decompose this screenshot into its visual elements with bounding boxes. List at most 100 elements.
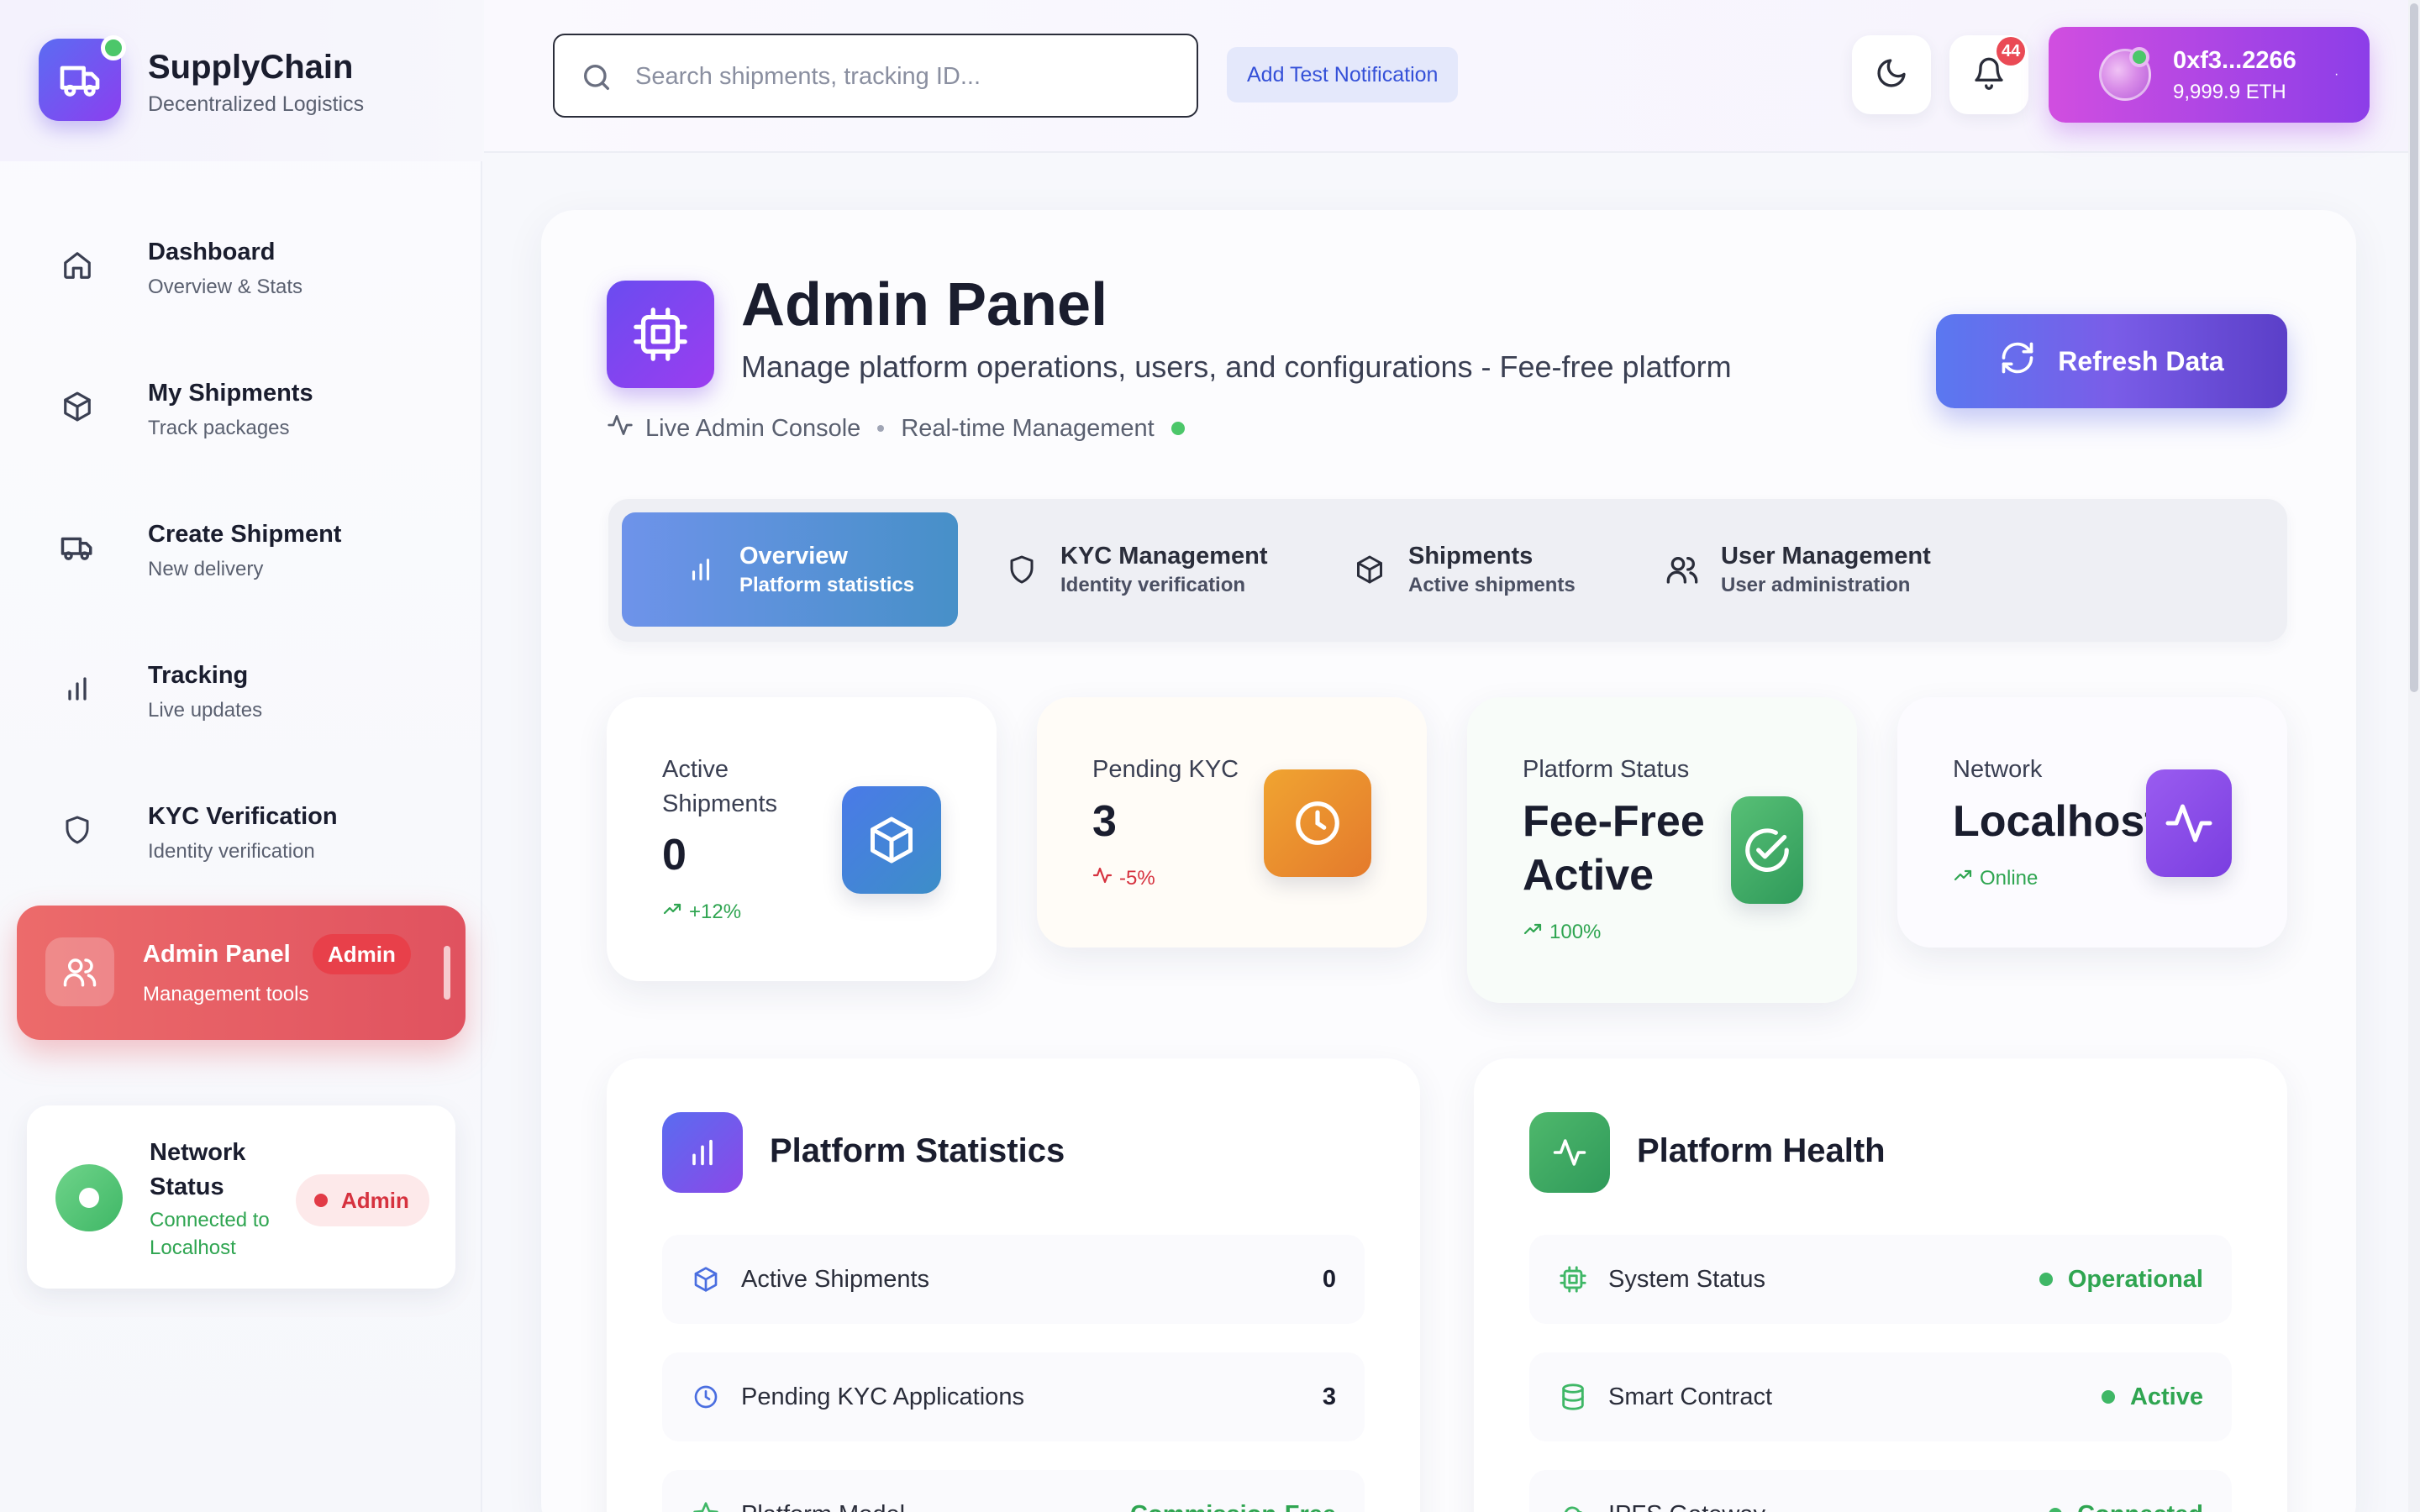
tab-kyc-management[interactable]: KYC Management Identity verification	[1005, 512, 1268, 627]
truck-icon	[54, 524, 101, 571]
row-value: 0	[1322, 1265, 1336, 1293]
tab-label: User Management	[1721, 542, 1931, 570]
stat-label: Platform Status	[1523, 756, 1690, 783]
active-indicator	[444, 946, 450, 1000]
wallet-balance: 9,999.9 ETH	[2173, 81, 2286, 103]
health-row-system-status: System Status Operational	[1529, 1235, 2232, 1324]
sidebar-item-tracking[interactable]: Tracking Live updates	[17, 628, 466, 746]
activity-down-icon	[1092, 865, 1113, 891]
theme-toggle-button[interactable]	[1852, 35, 1931, 114]
section-title: Platform Statistics	[770, 1132, 1065, 1169]
admin-tabs: Overview Platform statistics KYC Managem…	[608, 499, 2287, 642]
network-status-title: Network Status	[150, 1139, 246, 1200]
admin-panel-content: Admin Panel Manage platform operations, …	[541, 210, 2356, 1512]
stat-trend: Online	[1953, 865, 2038, 891]
sidebar-item-my-shipments[interactable]: My Shipments Track packages	[17, 346, 466, 464]
tab-sub: Platform statistics	[739, 573, 915, 596]
moon-icon	[1875, 56, 1908, 94]
check-circle-icon	[1731, 796, 1803, 904]
online-indicator	[101, 35, 126, 60]
status-dot-icon	[2101, 1390, 2115, 1404]
tab-sub: Identity verification	[1060, 573, 1246, 596]
stat-card-network: Network Localhost Online	[1897, 697, 2287, 948]
sidebar-item-sub: New delivery	[148, 558, 264, 580]
search-box[interactable]	[553, 34, 1198, 118]
package-icon	[842, 786, 941, 894]
activity-icon	[607, 412, 634, 445]
page-subtitle: Manage platform operations, users, and c…	[741, 349, 1732, 384]
chevron-down-icon: ·	[2334, 67, 2339, 81]
row-value: 3	[1322, 1383, 1336, 1410]
tab-user-management[interactable]: User Management User administration	[1665, 512, 1931, 627]
star-icon	[691, 1499, 721, 1512]
tab-overview[interactable]: Overview Platform statistics	[622, 512, 958, 627]
row-label: Active Shipments	[741, 1265, 930, 1293]
stat-value: Localhost	[1953, 797, 2160, 846]
row-value: Commission-Free	[1130, 1501, 1336, 1512]
sidebar-item-label: KYC Verification	[148, 803, 338, 830]
stat-label: Network	[1953, 756, 2043, 783]
network-status-text: Connected to Localhost	[150, 1209, 270, 1259]
users-icon	[1665, 553, 1699, 586]
status-dot-icon	[2039, 1273, 2053, 1286]
refresh-data-button[interactable]: Refresh Data	[1936, 314, 2287, 408]
stat-trend-value: +12%	[689, 900, 742, 923]
sidebar-item-sub: Identity verification	[148, 840, 315, 863]
clock-icon	[691, 1382, 721, 1412]
notifications-button[interactable]: 44	[1949, 35, 2028, 114]
stat-trend: 100%	[1523, 919, 1601, 945]
brand-title: SupplyChain	[148, 49, 354, 86]
tab-label: KYC Management	[1060, 542, 1268, 570]
clock-icon	[1264, 769, 1371, 877]
package-icon	[691, 1264, 721, 1294]
sidebar-item-dashboard[interactable]: Dashboard Overview & Stats	[17, 205, 466, 323]
stat-trend: +12%	[662, 899, 741, 925]
wallet-address: 0xf3...2266	[2173, 47, 2296, 74]
trending-up-icon	[662, 899, 682, 925]
stat-card-active-shipments: Active Shipments 0 +12%	[607, 697, 997, 981]
page-title: Admin Panel	[741, 271, 1108, 339]
sidebar-item-sub: Overview & Stats	[148, 276, 303, 298]
page-scrollbar[interactable]	[2408, 0, 2420, 1512]
platform-statistics-card: Platform Statistics Active Shipments 0 P…	[607, 1058, 1420, 1512]
package-icon	[1353, 553, 1386, 586]
add-test-notification-button[interactable]: Add Test Notification	[1227, 47, 1459, 102]
scrollbar-thumb[interactable]	[2410, 3, 2418, 692]
bar-chart-icon	[662, 1112, 743, 1193]
tab-label: Shipments	[1408, 542, 1534, 570]
cpu-icon	[1558, 1264, 1588, 1294]
sidebar-item-sub: Live updates	[148, 699, 263, 722]
stat-row-platform-model: Platform Model Commission-Free	[662, 1470, 1365, 1512]
sidebar-item-admin-panel[interactable]: Admin Panel Management tools Admin	[17, 906, 466, 1040]
meta-separator	[877, 425, 885, 432]
activity-icon	[1529, 1112, 1610, 1193]
search-icon	[580, 60, 613, 98]
wallet-connected-indicator	[2129, 47, 2149, 67]
sidebar-item-kyc-verification[interactable]: KYC Verification Identity verification	[17, 769, 466, 887]
search-input[interactable]	[635, 57, 1173, 96]
row-label: System Status	[1608, 1265, 1765, 1293]
header-meta: Live Admin Console Real-time Management	[607, 412, 1185, 445]
trending-up-icon	[1953, 865, 1973, 891]
bar-chart-icon	[54, 665, 101, 712]
tab-sub: Active shipments	[1408, 573, 1576, 596]
stat-value: Fee-Free Active	[1523, 797, 1705, 900]
cpu-icon	[607, 281, 714, 388]
network-admin-label: Admin	[341, 1187, 409, 1213]
trending-up-icon	[1523, 919, 1543, 945]
bar-chart-icon	[684, 553, 718, 586]
shield-icon	[54, 806, 101, 853]
row-value: Active	[2129, 1383, 2203, 1410]
brand-header: SupplyChain Decentralized Logistics	[0, 0, 482, 161]
top-bar: Add Test Notification 44 0xf3...2266 9,9…	[484, 0, 2408, 153]
wallet-button[interactable]: 0xf3...2266 9,999.9 ETH ·	[2049, 27, 2370, 123]
tab-label: Overview	[739, 542, 848, 570]
sidebar-item-label: Dashboard	[148, 239, 276, 265]
stat-row-active-shipments: Active Shipments 0	[662, 1235, 1365, 1324]
status-badge: Operational	[2039, 1266, 2203, 1294]
sidebar-item-create-shipment[interactable]: Create Shipment New delivery	[17, 487, 466, 605]
stat-row-pending-kyc: Pending KYC Applications 3	[662, 1352, 1365, 1441]
stat-trend-value: Online	[1980, 866, 2039, 890]
tab-shipments[interactable]: Shipments Active shipments	[1353, 512, 1576, 627]
row-label: IPFS Gateway	[1608, 1501, 2049, 1512]
